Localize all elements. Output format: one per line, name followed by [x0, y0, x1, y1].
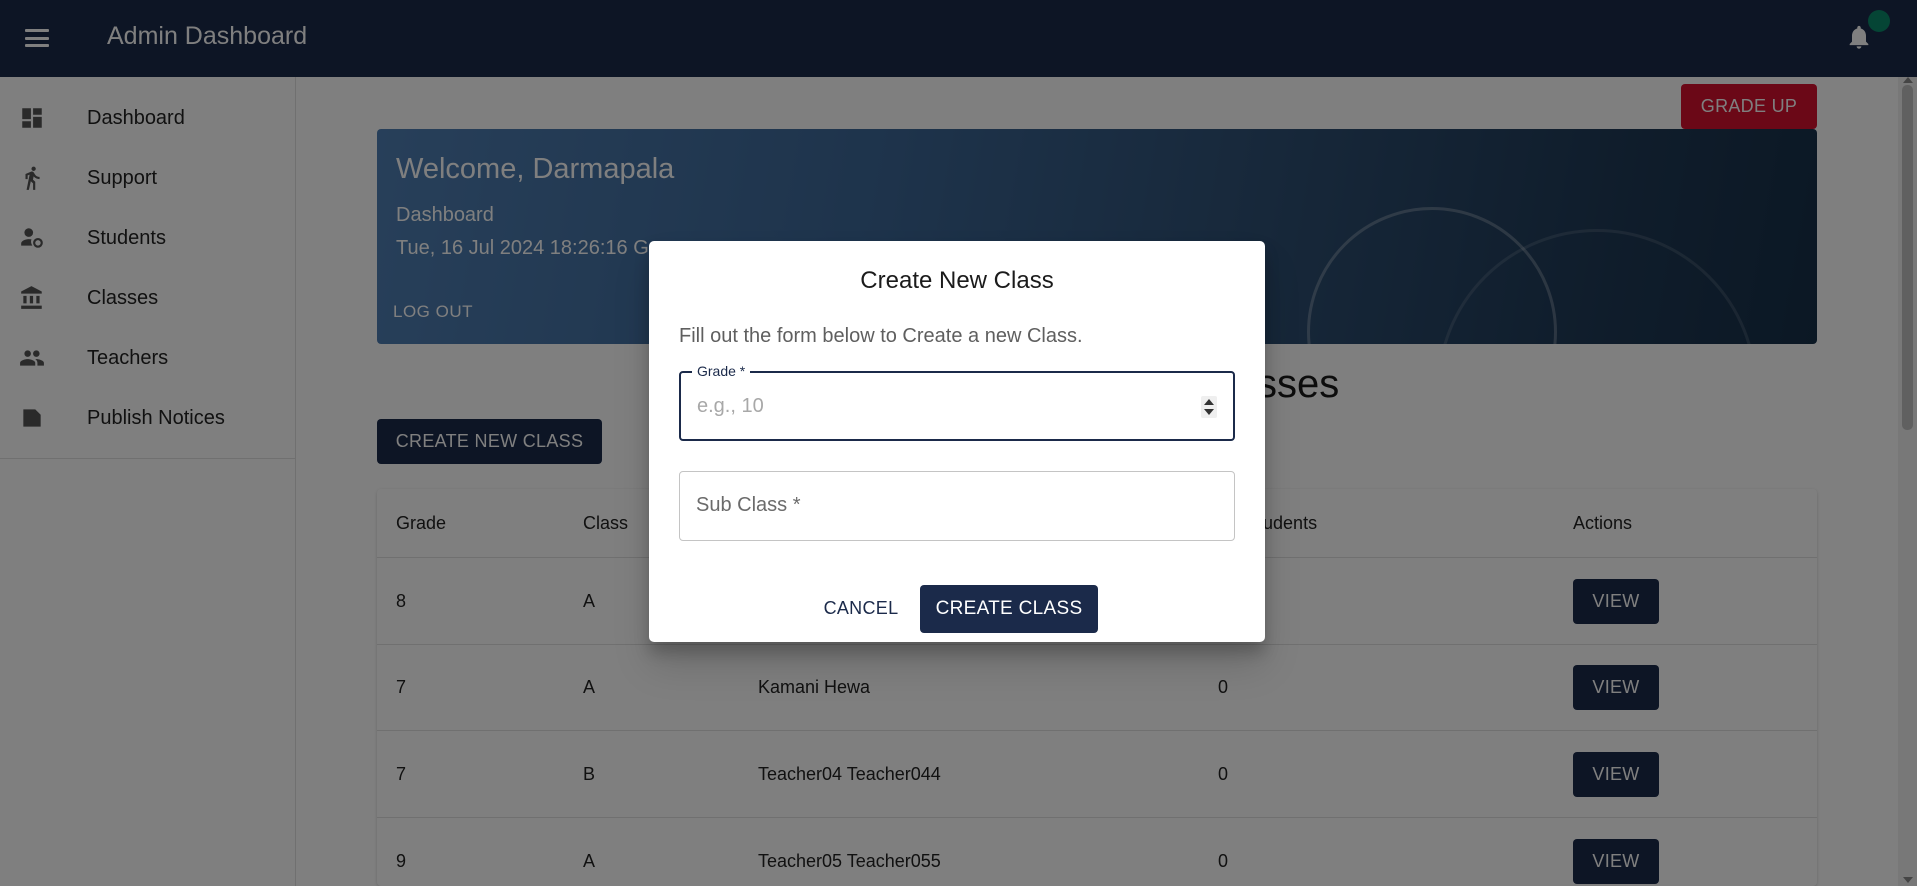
cancel-button[interactable]: CANCEL — [817, 588, 905, 628]
create-class-dialog: Create New Class Fill out the form below… — [649, 241, 1265, 642]
grade-field: Grade * — [679, 363, 1235, 441]
subclass-field[interactable]: Sub Class * — [679, 471, 1235, 541]
subclass-label: Sub Class * — [696, 494, 801, 516]
spinner-down-icon[interactable] — [1204, 409, 1214, 415]
create-class-button[interactable]: CREATE CLASS — [920, 585, 1098, 633]
spinner-up-icon[interactable] — [1204, 399, 1214, 405]
dialog-description: Fill out the form below to Create a new … — [679, 325, 1083, 347]
number-spinner[interactable] — [1201, 396, 1217, 418]
dialog-title: Create New Class — [860, 267, 1054, 294]
grade-input[interactable] — [697, 373, 1187, 439]
